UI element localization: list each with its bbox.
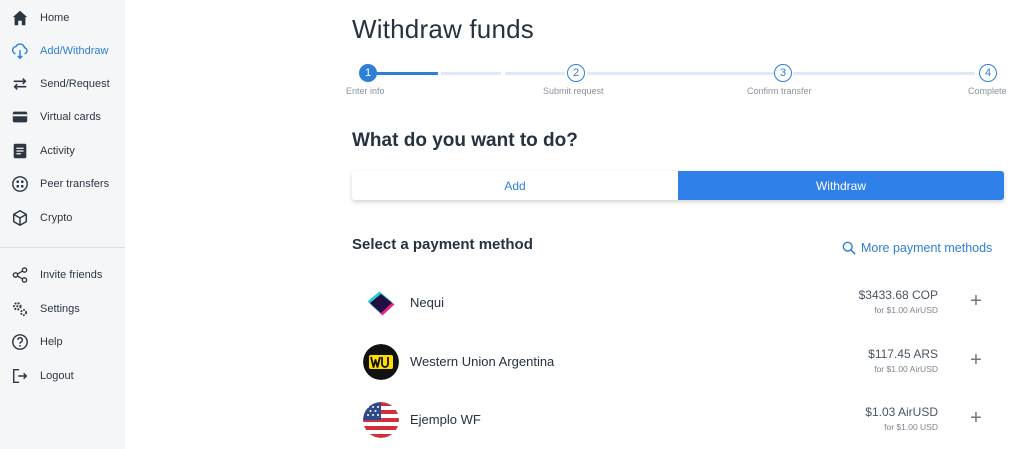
step-3-label: Confirm transfer xyxy=(747,86,812,96)
us-flag-logo xyxy=(363,402,399,438)
gear-icon xyxy=(11,300,29,318)
sidebar-item-label: Virtual cards xyxy=(40,111,101,123)
stepper-track-filled xyxy=(368,72,438,75)
payment-methods-heading: Select a payment method xyxy=(352,236,533,253)
withdraw-option-button[interactable]: Withdraw xyxy=(678,171,1004,200)
sidebar-item-settings[interactable]: Settings xyxy=(0,296,125,322)
payment-method-name: Nequi xyxy=(410,295,444,310)
sidebar-item-label: Peer transfers xyxy=(40,178,110,190)
payment-method-amount: $117.45 ARS xyxy=(868,347,938,361)
sidebar-divider xyxy=(0,247,125,248)
step-2-label: Submit request xyxy=(543,86,604,96)
payment-method-row[interactable]: Western Union Argentina $117.45 ARS for … xyxy=(352,337,1004,387)
sidebar-item-home[interactable]: Home xyxy=(0,5,125,31)
sidebar-item-label: Crypto xyxy=(40,212,73,224)
share-icon xyxy=(11,266,29,284)
help-icon xyxy=(11,333,29,351)
page-title: Withdraw funds xyxy=(352,14,534,44)
search-icon xyxy=(842,241,856,255)
logout-icon xyxy=(11,367,29,385)
payment-method-row[interactable]: Ejemplo WF $1.03 AirUSD for $1.00 USD + xyxy=(352,395,1004,445)
action-question: What do you want to do? xyxy=(352,130,578,151)
payment-method-name: Ejemplo WF xyxy=(410,412,481,427)
add-method-plus-icon[interactable]: + xyxy=(966,350,986,370)
sidebar-item-label: Activity xyxy=(40,145,75,157)
cloud-transfer-icon xyxy=(11,42,29,60)
step-4-circle: 4 xyxy=(979,64,997,82)
stepper-track xyxy=(887,72,975,75)
peer-icon xyxy=(11,175,29,193)
step-2-circle: 2 xyxy=(567,64,585,82)
sidebar-item-activity[interactable]: Activity xyxy=(0,138,125,164)
sidebar-item-label: Help xyxy=(40,336,63,348)
sidebar-item-label: Home xyxy=(40,12,70,24)
step-3-circle: 3 xyxy=(774,64,792,82)
step-1-circle: 1 xyxy=(359,64,377,82)
sidebar: Home Add/Withdraw Send/Request Virtual c… xyxy=(0,0,125,449)
sidebar-item-peer-transfers[interactable]: Peer transfers xyxy=(0,171,125,197)
payment-method-rate: for $1.00 USD xyxy=(884,422,938,432)
payment-method-rate: for $1.00 AirUSD xyxy=(874,305,938,315)
stepper-track xyxy=(441,72,501,75)
sidebar-item-add-withdraw[interactable]: Add/Withdraw xyxy=(0,38,125,64)
home-icon xyxy=(11,9,29,27)
nequi-logo xyxy=(363,285,399,321)
sidebar-item-label: Send/Request xyxy=(40,78,110,90)
payment-method-rate: for $1.00 AirUSD xyxy=(874,364,938,374)
add-method-plus-icon[interactable]: + xyxy=(966,408,986,428)
cube-icon xyxy=(11,209,29,227)
add-method-plus-icon[interactable]: + xyxy=(966,291,986,311)
card-icon xyxy=(11,108,29,126)
step-4-label: Complete xyxy=(968,86,1007,96)
add-option-button[interactable]: Add xyxy=(352,171,678,200)
payment-method-name: Western Union Argentina xyxy=(410,354,555,369)
swap-arrows-icon xyxy=(11,75,29,93)
add-withdraw-toggle: Add Withdraw xyxy=(352,171,1004,200)
step-1-label: Enter info xyxy=(346,86,385,96)
payment-method-row[interactable]: Nequi $3433.68 COP for $1.00 AirUSD + xyxy=(352,278,1004,328)
sidebar-item-invite-friends[interactable]: Invite friends xyxy=(0,262,125,288)
stepper-track xyxy=(587,72,777,75)
more-payment-methods-link[interactable]: More payment methods xyxy=(842,241,992,255)
payment-method-amount: $1.03 AirUSD xyxy=(865,405,938,419)
sidebar-item-label: Add/Withdraw xyxy=(40,45,109,57)
list-icon xyxy=(11,142,29,160)
payment-method-amount: $3433.68 COP xyxy=(858,288,938,302)
sidebar-item-help[interactable]: Help xyxy=(0,329,125,355)
stepper-track xyxy=(505,72,565,75)
sidebar-item-label: Invite friends xyxy=(40,269,103,281)
sidebar-item-virtual-cards[interactable]: Virtual cards xyxy=(0,104,125,130)
sidebar-item-send-request[interactable]: Send/Request xyxy=(0,71,125,97)
sidebar-item-label: Settings xyxy=(40,303,80,315)
sidebar-item-logout[interactable]: Logout xyxy=(0,363,125,389)
more-payment-methods-label: More payment methods xyxy=(861,241,993,255)
sidebar-item-label: Logout xyxy=(40,370,74,382)
sidebar-item-crypto[interactable]: Crypto xyxy=(0,205,125,231)
progress-stepper: 1 2 3 4 Enter info Submit request Confir… xyxy=(340,60,1010,100)
western-union-logo xyxy=(363,344,399,380)
